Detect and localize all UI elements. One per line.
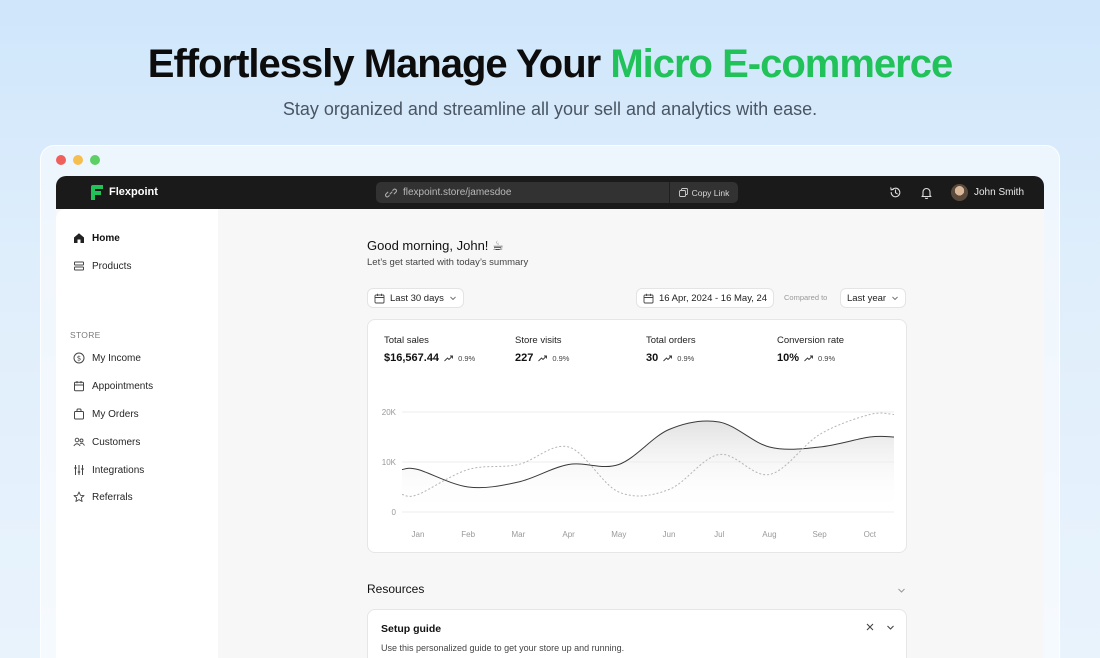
sliders-icon bbox=[74, 465, 84, 475]
sidebar-item-my-orders[interactable]: My Orders bbox=[73, 406, 139, 422]
setup-guide-title: Setup guide bbox=[381, 623, 442, 635]
x-tick-label: Jul bbox=[714, 530, 724, 539]
close-icon[interactable] bbox=[865, 622, 875, 632]
main-content: Good morning, John! ☕ Let’s get started … bbox=[218, 209, 1044, 658]
setup-guide-description: Use this personalized guide to get your … bbox=[381, 643, 625, 653]
chevron-down-icon bbox=[892, 296, 898, 301]
setup-guide-card[interactable]: Setup guide Use this personalized guide … bbox=[367, 609, 907, 658]
series-area bbox=[402, 420, 894, 512]
user-name[interactable]: John Smith bbox=[974, 187, 1024, 198]
range-filter-dropdown[interactable]: Last 30 days bbox=[367, 288, 464, 308]
sidebar-item-label: My Orders bbox=[92, 408, 139, 420]
calendar-icon bbox=[374, 293, 385, 303]
sidebar-item-label: Home bbox=[92, 232, 120, 244]
bag-icon bbox=[74, 408, 84, 420]
calendar-icon bbox=[74, 381, 84, 392]
sidebar-item-my-income[interactable]: $ My Income bbox=[73, 350, 141, 366]
users-icon bbox=[73, 437, 85, 447]
bell-icon[interactable] bbox=[920, 186, 933, 199]
compared-to-label: Compared to bbox=[784, 293, 828, 302]
sidebar-item-home[interactable]: Home bbox=[73, 230, 120, 246]
sidebar-item-products[interactable]: Products bbox=[73, 258, 131, 274]
window-maximize-dot[interactable] bbox=[90, 155, 100, 165]
sidebar-item-label: My Income bbox=[92, 352, 141, 364]
greeting-subtitle: Let’s get started with today’s summary bbox=[367, 257, 529, 268]
date-range-label: 16 Apr, 2024 - 16 May, 24 bbox=[659, 292, 768, 304]
x-tick-label: Jun bbox=[663, 530, 676, 539]
x-tick-label: Sep bbox=[812, 530, 827, 539]
sidebar: Home Products STORE $ My Income Appointm… bbox=[56, 209, 218, 658]
x-tick-label: Apr bbox=[562, 530, 575, 539]
y-tick-label: 20K bbox=[382, 408, 397, 417]
x-tick-label: Feb bbox=[461, 530, 475, 539]
x-tick-label: Jan bbox=[412, 530, 425, 539]
sidebar-item-referrals[interactable]: Referrals bbox=[73, 489, 133, 505]
calendar-icon bbox=[643, 293, 654, 303]
store-url-bar[interactable]: flexpoint.store/jamesdoe Copy Link bbox=[376, 182, 738, 203]
x-tick-label: Aug bbox=[762, 530, 776, 539]
avatar[interactable] bbox=[951, 184, 968, 201]
range-filter-label: Last 30 days bbox=[390, 292, 444, 304]
x-tick-label: Mar bbox=[512, 530, 526, 539]
link-icon bbox=[385, 188, 397, 197]
history-icon[interactable] bbox=[889, 186, 902, 199]
compare-filter-label: Last year bbox=[847, 292, 887, 304]
copy-link-label: Copy Link bbox=[691, 187, 730, 198]
flexpoint-logo-icon bbox=[91, 185, 103, 200]
chevron-down-icon[interactable] bbox=[897, 586, 906, 595]
sidebar-item-label: Customers bbox=[92, 436, 141, 448]
star-icon bbox=[73, 491, 85, 502]
copy-icon bbox=[678, 188, 688, 197]
window-minimize-dot[interactable] bbox=[73, 155, 83, 165]
sidebar-item-customers[interactable]: Customers bbox=[73, 434, 140, 450]
sidebar-item-appointments[interactable]: Appointments bbox=[73, 378, 153, 394]
hero-title: Effortlessly Manage Your Micro E-commerc… bbox=[0, 42, 1100, 87]
sidebar-item-integrations[interactable]: Integrations bbox=[73, 462, 144, 478]
date-range-picker[interactable]: 16 Apr, 2024 - 16 May, 24 bbox=[636, 288, 775, 308]
app-window: Flexpoint flexpoint.store/jamesdoe Copy … bbox=[56, 176, 1044, 658]
brand-name: Flexpoint bbox=[109, 186, 158, 198]
summary-card: Total sales $16,567.44 0.9% Store visits… bbox=[367, 319, 907, 553]
sidebar-item-label: Appointments bbox=[92, 380, 154, 392]
compare-filter-dropdown[interactable]: Last year bbox=[840, 288, 907, 308]
products-icon bbox=[74, 261, 84, 271]
hero-subtitle: Stay organized and streamline all your s… bbox=[282, 99, 818, 119]
home-icon bbox=[74, 233, 84, 243]
greeting: Good morning, John! ☕ bbox=[367, 238, 504, 253]
window-close-dot[interactable] bbox=[56, 155, 66, 165]
sales-line-chart: 20K 10K 0 Jan Feb Mar Apr May Jun Jul Aug Sep Oct bbox=[382, 408, 895, 539]
copy-link-button[interactable]: Copy Link bbox=[669, 182, 738, 203]
hero-title-accent: Micro E-commerce bbox=[610, 42, 953, 86]
resources-title: Resources bbox=[367, 582, 425, 596]
x-tick-label: May bbox=[611, 530, 626, 539]
sidebar-item-label: Products bbox=[92, 260, 132, 272]
dollar-icon: $ bbox=[73, 352, 85, 364]
store-url: flexpoint.store/jamesdoe bbox=[403, 187, 512, 198]
chevron-down-icon[interactable] bbox=[886, 623, 895, 632]
sidebar-item-label: Integrations bbox=[92, 464, 145, 476]
sidebar-section-store: STORE bbox=[70, 330, 101, 340]
sidebar-item-label: Referrals bbox=[92, 491, 133, 503]
y-tick-label: 10K bbox=[382, 458, 397, 467]
chevron-down-icon bbox=[450, 296, 456, 301]
x-tick-label: Oct bbox=[864, 530, 877, 539]
svg-text:$: $ bbox=[77, 354, 81, 362]
top-bar: Flexpoint flexpoint.store/jamesdoe Copy … bbox=[56, 176, 1044, 209]
y-tick-label: 0 bbox=[392, 508, 397, 517]
hero-title-prefix: Effortlessly Manage Your bbox=[147, 42, 611, 86]
